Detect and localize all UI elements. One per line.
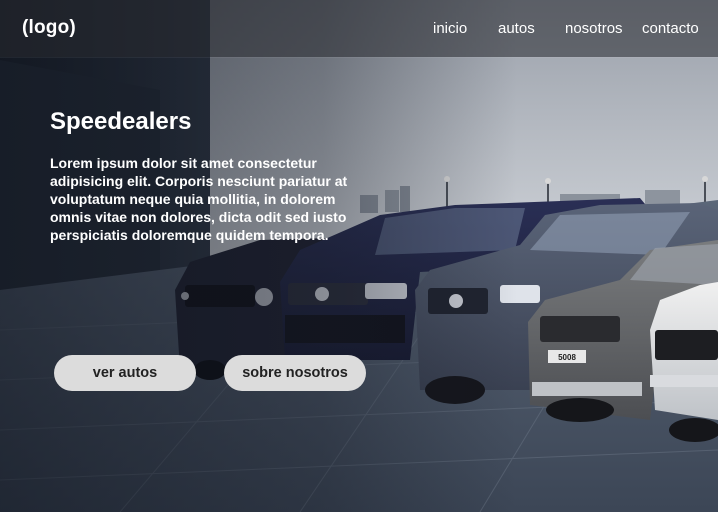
nav-link-contacto[interactable]: contacto [642, 20, 699, 37]
sobre-nosotros-button[interactable]: sobre nosotros [224, 355, 366, 391]
background-overlay [0, 0, 718, 512]
hero-description: Lorem ipsum dolor sit amet consectetur a… [50, 155, 348, 243]
site-header: (logo) inicio autos nosotros contacto [0, 0, 718, 57]
nav-link-inicio[interactable]: inicio [433, 20, 467, 37]
hero-title: Speedealers [50, 108, 192, 135]
nav-link-nosotros[interactable]: nosotros [565, 20, 623, 37]
ver-autos-button[interactable]: ver autos [54, 355, 196, 391]
nav-link-autos[interactable]: autos [498, 20, 535, 37]
logo[interactable]: (logo) [22, 17, 76, 39]
